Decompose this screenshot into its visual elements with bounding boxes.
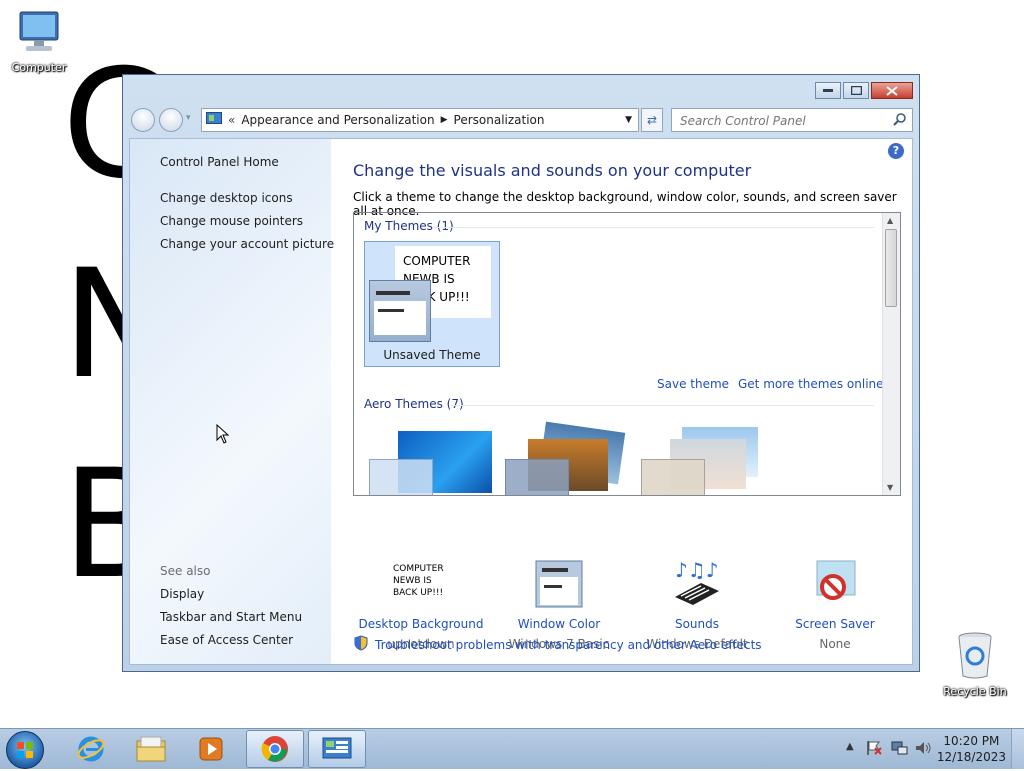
- back-forward-group: ▾: [131, 108, 197, 132]
- show-hidden-icons-button[interactable]: ▲: [846, 741, 854, 752]
- aero-theme-architecture[interactable]: [504, 421, 628, 495]
- windows-logo-icon: [17, 742, 33, 758]
- taskbar-media-player[interactable]: [182, 730, 240, 768]
- change-account-picture-link[interactable]: Change your account picture: [160, 237, 334, 251]
- breadcrumb-parent[interactable]: Appearance and Personalization: [241, 113, 434, 127]
- recent-pages-arrow-icon[interactable]: ▾: [186, 113, 191, 123]
- clock-time: 10:20 PM: [943, 734, 1000, 748]
- back-button[interactable]: [131, 108, 155, 132]
- control-panel-icon: [206, 111, 222, 129]
- group-separator: [434, 227, 874, 228]
- svg-text:♪♫♪: ♪♫♪: [675, 559, 718, 582]
- personalization-window: ▾ « Appearance and Personalization ▶ Per…: [122, 74, 920, 672]
- desktop-background-link[interactable]: Desktop Background: [351, 617, 491, 631]
- see-also-label: See also: [160, 564, 211, 578]
- recycle-bin-icon: [940, 630, 1010, 683]
- shield-icon: [353, 635, 369, 654]
- group-separator: [450, 405, 874, 406]
- folder-icon: [136, 736, 166, 762]
- media-player-icon: [199, 737, 223, 761]
- forward-button[interactable]: [159, 108, 183, 132]
- address-dropdown-icon[interactable]: ▼: [625, 115, 632, 125]
- taskbar-file-explorer[interactable]: [122, 730, 180, 768]
- scroll-down-icon[interactable]: ▼: [887, 483, 893, 492]
- themes-scrollbar[interactable]: ▲ ▼: [882, 213, 900, 495]
- chrome-icon: [261, 736, 288, 762]
- search-box[interactable]: [671, 108, 913, 132]
- taskbar-internet-explorer[interactable]: [62, 730, 120, 768]
- start-button[interactable]: [6, 731, 44, 769]
- my-themes-title: My Themes (1): [364, 219, 454, 233]
- taskbar-control-panel[interactable]: [308, 730, 366, 768]
- screen-saver-link[interactable]: Screen Saver: [765, 617, 905, 631]
- computer-icon: [4, 8, 74, 59]
- clock-date: 12/18/2023: [936, 750, 1006, 764]
- window-color-link[interactable]: Window Color: [489, 617, 629, 631]
- unsaved-theme-label: Unsaved Theme: [383, 348, 481, 362]
- save-theme-link[interactable]: Save theme: [657, 377, 729, 391]
- search-icon[interactable]: [893, 112, 907, 129]
- help-icon[interactable]: ?: [888, 143, 904, 159]
- navigation-bar: ▾ « Appearance and Personalization ▶ Per…: [131, 108, 913, 132]
- aero-themes-title: Aero Themes (7): [364, 397, 464, 411]
- minimize-button[interactable]: [815, 82, 841, 99]
- show-desktop-button[interactable]: [1011, 729, 1024, 769]
- desktop-icon-computer[interactable]: Computer: [4, 8, 74, 74]
- main-pane: ? Change the visuals and sounds on your …: [331, 139, 912, 664]
- aero-theme-windows7[interactable]: [368, 431, 492, 495]
- unsaved-theme-tile[interactable]: COMPUTER NEWB IS BACK UP!!! Unsaved Them…: [364, 241, 500, 367]
- sounds-icon: ♪♫♪: [627, 559, 767, 611]
- internet-explorer-icon: [77, 736, 105, 762]
- taskbar-start-menu-link[interactable]: Taskbar and Start Menu: [160, 610, 302, 624]
- close-icon: [886, 85, 898, 96]
- control-panel-taskbar-icon: [322, 737, 352, 759]
- desktop-icon-label: Recycle Bin: [943, 685, 1007, 698]
- caption-buttons: [813, 82, 913, 99]
- sounds-link[interactable]: Sounds: [627, 617, 767, 631]
- change-mouse-pointers-link[interactable]: Change mouse pointers: [160, 214, 303, 228]
- breadcrumb-separator-icon[interactable]: ▶: [441, 115, 448, 125]
- control-panel-home-link[interactable]: Control Panel Home: [160, 155, 279, 169]
- themes-list[interactable]: My Themes (1) COMPUTER NEWB IS BACK UP!!…: [353, 212, 901, 496]
- network-icon[interactable]: [890, 739, 908, 760]
- address-bar[interactable]: « Appearance and Personalization ▶ Perso…: [201, 108, 639, 132]
- clock[interactable]: 10:20 PM 12/18/2023: [937, 733, 1006, 765]
- scroll-up-icon[interactable]: ▲: [887, 216, 893, 225]
- search-input[interactable]: [678, 113, 882, 129]
- scrollbar-thumb[interactable]: [885, 229, 897, 307]
- breadcrumb-current[interactable]: Personalization: [454, 113, 545, 127]
- desktop-icon-recycle-bin[interactable]: Recycle Bin: [940, 630, 1010, 698]
- taskbar-chrome[interactable]: [246, 730, 304, 768]
- window-color-icon: [489, 559, 629, 611]
- window-color-preview: [369, 280, 431, 342]
- content-area: Control Panel Home Change desktop icons …: [129, 138, 913, 665]
- refresh-button[interactable]: ⇄: [641, 108, 663, 132]
- display-link[interactable]: Display: [160, 587, 204, 601]
- desktop-background-icon: COMPUTER NEWB IS BACK UP!!!: [351, 559, 491, 611]
- page-title: Change the visuals and sounds on your co…: [353, 161, 752, 180]
- desktop-icon-label: Computer: [11, 61, 67, 74]
- maximize-button[interactable]: [843, 82, 869, 99]
- aero-theme-characters[interactable]: [640, 427, 764, 495]
- change-desktop-icons-link[interactable]: Change desktop icons: [160, 191, 293, 205]
- volume-icon[interactable]: [914, 739, 932, 760]
- desktop-background-thumb-text: COMPUTER NEWB IS BACK UP!!!: [393, 564, 444, 598]
- ease-of-access-link[interactable]: Ease of Access Center: [160, 633, 293, 647]
- get-more-themes-link[interactable]: Get more themes online: [738, 377, 884, 391]
- screen-saver-icon: [765, 559, 905, 611]
- troubleshoot-row: Troubleshoot problems with transparency …: [353, 635, 762, 654]
- close-button[interactable]: [871, 82, 913, 99]
- screen-saver-setting[interactable]: Screen Saver None: [765, 559, 905, 651]
- mouse-cursor-icon: [216, 423, 230, 447]
- troubleshoot-link[interactable]: Troubleshoot problems with transparency …: [375, 638, 762, 652]
- left-pane: Control Panel Home Change desktop icons …: [130, 139, 334, 664]
- action-center-flag-icon[interactable]: [866, 739, 882, 760]
- breadcrumb-overflow-icon[interactable]: «: [228, 113, 235, 127]
- taskbar: ▲ 10:20 PM 12/18/2023: [0, 728, 1024, 769]
- screen-saver-value: None: [819, 637, 851, 651]
